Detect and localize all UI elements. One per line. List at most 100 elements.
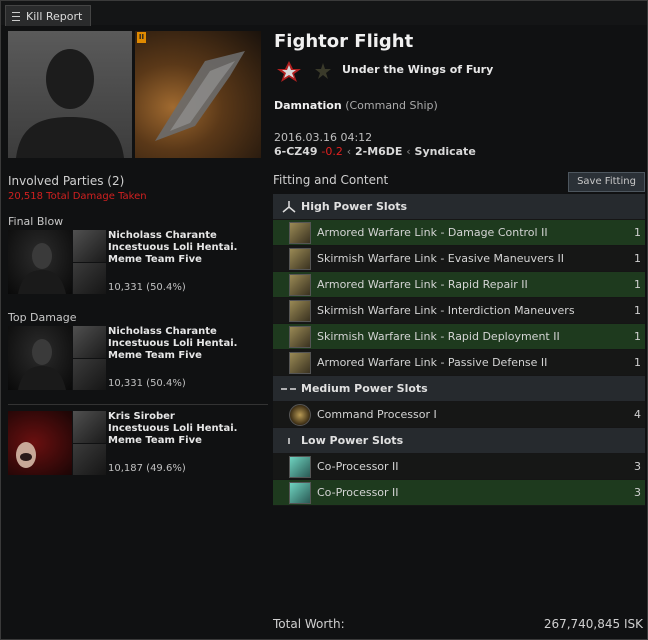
attacker-corp[interactable]: Incestuous Loli Hentai. bbox=[108, 242, 237, 254]
medium-slots-header: Medium Power Slots bbox=[273, 376, 645, 402]
ship-type-name: Damnation bbox=[274, 99, 342, 112]
module-name: Skirmish Warfare Link - Interdiction Man… bbox=[317, 304, 575, 317]
victim-ship-name: Fightor Flight bbox=[274, 31, 414, 52]
module-icon bbox=[289, 403, 311, 426]
attacker-name[interactable]: Nicholass Charante bbox=[108, 230, 217, 242]
list-item[interactable]: Command Processor I 4 bbox=[273, 402, 645, 428]
attacker-ship-icon[interactable] bbox=[73, 230, 106, 262]
list-item[interactable]: Skirmish Warfare Link - Rapid Deployment… bbox=[273, 324, 645, 350]
attacker-corp[interactable]: Incestuous Loli Hentai. bbox=[108, 338, 237, 350]
total-worth-value: 267,740,845 ISK bbox=[543, 617, 643, 631]
total-damage: 20,518 Total Damage Taken bbox=[8, 191, 147, 202]
list-item[interactable]: Armored Warfare Link - Rapid Repair II 1 bbox=[273, 272, 645, 298]
module-icon bbox=[289, 481, 311, 504]
menu-icon[interactable] bbox=[12, 11, 20, 21]
attacker-weapon-icon[interactable] bbox=[73, 359, 106, 390]
module-qty: 4 bbox=[634, 408, 641, 421]
final-blow-label: Final Blow bbox=[8, 215, 64, 228]
fitting-list: High Power Slots Armored Warfare Link - … bbox=[273, 194, 645, 506]
module-icon bbox=[289, 455, 311, 478]
module-qty: 1 bbox=[634, 330, 641, 343]
constellation-name[interactable]: 2-M6DE bbox=[355, 145, 402, 158]
ship-type-class: (Command Ship) bbox=[345, 99, 438, 112]
attacker-alliance[interactable]: Meme Team Five bbox=[108, 435, 202, 447]
party-final-blow[interactable]: Nicholass Charante Incestuous Loli Henta… bbox=[8, 230, 268, 298]
avatar[interactable] bbox=[8, 230, 72, 294]
list-item[interactable]: Armored Warfare Link - Passive Defense I… bbox=[273, 350, 645, 376]
victim-portrait[interactable] bbox=[8, 31, 132, 158]
victim-corp-name[interactable]: Under the Wings of Fury bbox=[342, 63, 493, 76]
high-slots-header: High Power Slots bbox=[273, 194, 645, 220]
list-item[interactable]: Co-Processor II 3 bbox=[273, 454, 645, 480]
title-bar: Kill Report bbox=[1, 1, 647, 26]
module-qty: 1 bbox=[634, 226, 641, 239]
breadcrumb-separator-icon: ‹ bbox=[346, 145, 352, 158]
breadcrumb-separator-icon: ‹ bbox=[406, 145, 411, 158]
module-name: Armored Warfare Link - Damage Control II bbox=[317, 226, 548, 239]
module-name: Command Processor I bbox=[317, 408, 437, 421]
attacker-ship-icon[interactable] bbox=[73, 326, 106, 358]
alliance-logo-icon[interactable] bbox=[274, 57, 304, 85]
module-icon bbox=[289, 221, 311, 244]
ship-image bbox=[155, 51, 245, 141]
divider bbox=[8, 404, 268, 405]
module-qty: 1 bbox=[634, 304, 641, 317]
attacker-corp[interactable]: Incestuous Loli Hentai. bbox=[108, 423, 237, 435]
attacker-alliance[interactable]: Meme Team Five bbox=[108, 254, 202, 266]
attacker-alliance[interactable]: Meme Team Five bbox=[108, 350, 202, 362]
module-name: Co-Processor II bbox=[317, 486, 399, 499]
attacker-ship-icon[interactable] bbox=[73, 411, 106, 443]
avatar[interactable] bbox=[8, 411, 72, 475]
tab-kill-report[interactable]: Kill Report bbox=[5, 5, 92, 26]
top-damage-label: Top Damage bbox=[8, 311, 77, 324]
module-qty: 1 bbox=[634, 278, 641, 291]
module-name: Armored Warfare Link - Rapid Repair II bbox=[317, 278, 528, 291]
low-slot-icon bbox=[277, 431, 301, 451]
kill-location[interactable]: 6-CZ49 -0.2 ‹ 2-M6DE ‹ Syndicate bbox=[274, 145, 476, 158]
module-icon bbox=[289, 351, 311, 374]
party-top-damage[interactable]: Nicholass Charante Incestuous Loli Henta… bbox=[8, 326, 268, 394]
module-icon bbox=[289, 325, 311, 348]
silhouette-icon bbox=[16, 49, 124, 158]
party-other[interactable]: Kris Sirober Incestuous Loli Hentai. Mem… bbox=[8, 411, 268, 479]
medium-slots-label: Medium Power Slots bbox=[301, 382, 428, 395]
module-qty: 3 bbox=[634, 486, 641, 499]
security-status: -0.2 bbox=[321, 145, 343, 158]
module-qty: 1 bbox=[634, 356, 641, 369]
medium-slot-icon bbox=[277, 379, 301, 399]
module-name: Armored Warfare Link - Passive Defense I… bbox=[317, 356, 548, 369]
list-item[interactable]: Armored Warfare Link - Damage Control II… bbox=[273, 220, 645, 246]
module-qty: 3 bbox=[634, 460, 641, 473]
tech-badge: II bbox=[137, 32, 146, 43]
attacker-name[interactable]: Nicholass Charante bbox=[108, 326, 217, 338]
kill-report-window: Kill Report II Fightor Flight Under the … bbox=[0, 0, 648, 640]
total-worth: Total Worth: 267,740,845 ISK bbox=[273, 613, 645, 635]
high-slot-icon bbox=[277, 197, 301, 217]
module-name: Skirmish Warfare Link - Rapid Deployment… bbox=[317, 330, 560, 343]
corp-logo-icon[interactable] bbox=[309, 57, 337, 85]
attacker-damage: 10,331 (50.4%) bbox=[108, 378, 186, 389]
kill-datetime: 2016.03.16 04:12 bbox=[274, 131, 373, 144]
module-icon bbox=[289, 299, 311, 322]
attacker-damage: 10,331 (50.4%) bbox=[108, 282, 186, 293]
ship-type[interactable]: Damnation (Command Ship) bbox=[274, 99, 438, 112]
fitting-heading: Fitting and Content bbox=[273, 173, 389, 187]
save-fitting-button[interactable]: Save Fitting bbox=[568, 172, 645, 192]
list-item[interactable]: Skirmish Warfare Link - Interdiction Man… bbox=[273, 298, 645, 324]
avatar[interactable] bbox=[8, 326, 72, 390]
tab-label: Kill Report bbox=[26, 9, 83, 23]
region-name[interactable]: Syndicate bbox=[415, 145, 476, 158]
attacker-weapon-icon[interactable] bbox=[73, 444, 106, 475]
low-slots-header: Low Power Slots bbox=[273, 428, 645, 454]
low-slots-label: Low Power Slots bbox=[301, 434, 404, 447]
list-item[interactable]: Co-Processor II 3 bbox=[273, 480, 645, 506]
list-item[interactable]: Skirmish Warfare Link - Evasive Maneuver… bbox=[273, 246, 645, 272]
attacker-damage: 10,187 (49.6%) bbox=[108, 463, 186, 474]
system-name[interactable]: 6-CZ49 bbox=[274, 145, 318, 158]
module-icon bbox=[289, 247, 311, 270]
module-name: Co-Processor II bbox=[317, 460, 399, 473]
ship-render[interactable] bbox=[135, 31, 261, 158]
attacker-weapon-icon[interactable] bbox=[73, 263, 106, 294]
involved-parties-heading: Involved Parties (2) bbox=[8, 174, 125, 188]
attacker-name[interactable]: Kris Sirober bbox=[108, 411, 175, 423]
